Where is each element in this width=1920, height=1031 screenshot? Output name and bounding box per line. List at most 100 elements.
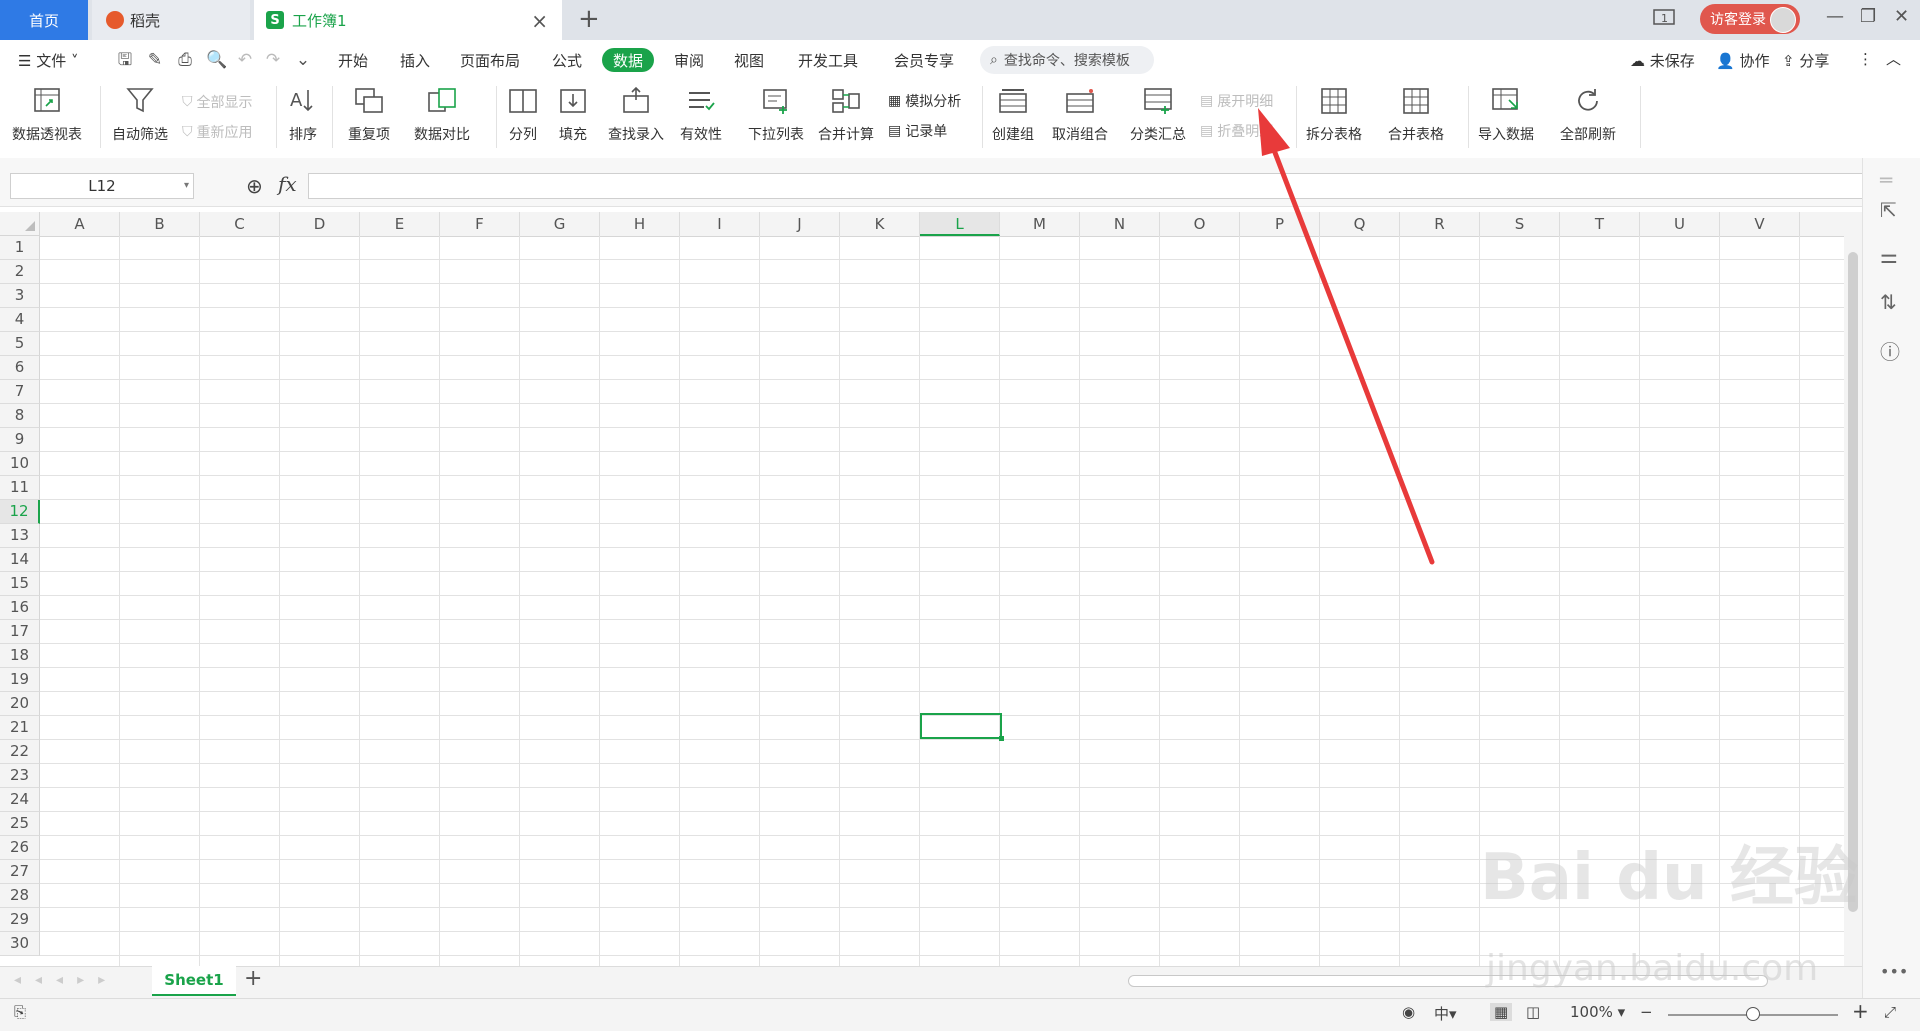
refresh-all-button[interactable]: 全部刷新 [1560, 86, 1616, 144]
command-search[interactable]: ⌕ 查找命令、搜索模板 [980, 46, 1154, 74]
expand-detail-button[interactable]: ▤ 展开明细 [1200, 91, 1273, 111]
column-header-n[interactable]: N [1080, 212, 1160, 236]
row-header-2[interactable]: 2 [0, 260, 40, 284]
split-column-button[interactable]: 分列 [506, 86, 540, 144]
row-header-29[interactable]: 29 [0, 908, 40, 932]
record-form-button[interactable]: ▤ 记录单 [888, 121, 947, 141]
select-pointer-icon[interactable]: ⇱ [1880, 198, 1897, 222]
sort-button[interactable]: A 排序 [286, 86, 320, 144]
transform-icon[interactable]: ⇅ [1880, 290, 1897, 314]
insert-function-icon[interactable]: fx [278, 172, 297, 196]
zoom-out-icon[interactable]: − [1640, 1003, 1653, 1021]
row-header-22[interactable]: 22 [0, 740, 40, 764]
column-header-r[interactable]: R [1400, 212, 1480, 236]
row-header-7[interactable]: 7 [0, 380, 40, 404]
create-group-button[interactable]: 创建组 [992, 86, 1034, 144]
more-options-icon[interactable]: ••• [1880, 962, 1908, 981]
collapse-detail-button[interactable]: ▤ 折叠明细 [1200, 121, 1273, 141]
column-header-f[interactable]: F [440, 212, 520, 236]
column-header-h[interactable]: H [600, 212, 680, 236]
menu-review[interactable]: 审阅 [674, 50, 704, 71]
column-header-t[interactable]: T [1560, 212, 1640, 236]
pivot-table-button[interactable]: 数据透视表 [12, 86, 82, 144]
customize-toolbar-icon[interactable]: ⌄ [294, 51, 312, 69]
share-button[interactable]: ⇪ 分享 [1782, 50, 1829, 71]
column-header-q[interactable]: Q [1320, 212, 1400, 236]
column-header-m[interactable]: M [1000, 212, 1080, 236]
dropdown-list-button[interactable]: 下拉列表 [748, 86, 804, 144]
menu-view[interactable]: 视图 [734, 50, 764, 71]
row-header-27[interactable]: 27 [0, 860, 40, 884]
subtotal-button[interactable]: 分类汇总 [1130, 86, 1186, 144]
row-header-26[interactable]: 26 [0, 836, 40, 860]
column-header-k[interactable]: K [840, 212, 920, 236]
row-header-24[interactable]: 24 [0, 788, 40, 812]
collaborate-button[interactable]: 👤 协作 [1716, 50, 1769, 71]
properties-sliders-icon[interactable]: ⚌ [1880, 244, 1898, 268]
print-preview-icon[interactable]: 🔍 [206, 51, 227, 69]
row-header-12[interactable]: 12 [0, 500, 40, 524]
row-header-21[interactable]: 21 [0, 716, 40, 740]
menu-data[interactable]: 数据 [602, 48, 654, 72]
zoom-in-icon[interactable]: + [1852, 999, 1869, 1023]
menu-insert[interactable]: 插入 [400, 50, 430, 71]
ungroup-button[interactable]: 取消组合 [1052, 86, 1108, 144]
row-header-30[interactable]: 30 [0, 932, 40, 956]
more-icon[interactable]: ⋮ [1858, 50, 1873, 68]
macro-record-icon[interactable]: ⎘ [14, 1003, 26, 1021]
tab-workbook[interactable]: S 工作簿1 × [254, 0, 562, 40]
active-cell[interactable] [920, 713, 1004, 741]
file-menu[interactable]: ☰ 文件 ˅ [18, 50, 79, 71]
validity-button[interactable]: 有效性 [680, 86, 722, 144]
menu-member[interactable]: 会员专享 [894, 50, 954, 71]
redo-icon[interactable]: ↷ [264, 51, 282, 69]
sheet-tab-sheet1[interactable]: Sheet1 [152, 966, 236, 996]
column-header-u[interactable]: U [1640, 212, 1720, 236]
column-header-l[interactable]: L [920, 212, 1000, 236]
column-header-v[interactable]: V [1720, 212, 1800, 236]
formula-input[interactable] [308, 173, 1864, 199]
collapse-ribbon-icon[interactable]: ︿ [1886, 48, 1901, 69]
select-all-corner[interactable] [0, 212, 40, 236]
row-header-20[interactable]: 20 [0, 692, 40, 716]
sheet-nav-arrows-icon[interactable]: ◂◂◂▸▸ [14, 972, 119, 988]
column-header-a[interactable]: A [40, 212, 120, 236]
menu-formula[interactable]: 公式 [552, 50, 582, 71]
close-tab-icon[interactable]: × [531, 9, 548, 33]
merge-table-button[interactable]: 合并表格 [1388, 86, 1444, 144]
import-data-button[interactable]: 导入数据 [1478, 86, 1534, 144]
split-table-button[interactable]: 拆分表格 [1306, 86, 1362, 144]
row-header-11[interactable]: 11 [0, 476, 40, 500]
save-icon[interactable]: 🖫 [116, 51, 134, 69]
minimize-icon[interactable]: — [1826, 6, 1844, 27]
row-header-13[interactable]: 13 [0, 524, 40, 548]
row-header-4[interactable]: 4 [0, 308, 40, 332]
column-header-j[interactable]: J [760, 212, 840, 236]
undo-icon[interactable]: ↶ [236, 51, 254, 69]
row-header-3[interactable]: 3 [0, 284, 40, 308]
column-header-e[interactable]: E [360, 212, 440, 236]
data-compare-button[interactable]: 数据对比 [414, 86, 470, 144]
add-sheet-icon[interactable]: + [244, 966, 262, 991]
tab-home[interactable]: 首页 [0, 0, 88, 40]
page-view-icon[interactable]: ◫ [1526, 1003, 1540, 1021]
restore-icon[interactable]: ❐ [1860, 6, 1876, 27]
reapply-button[interactable]: ⛉ 重新应用 [182, 122, 253, 142]
column-header-c[interactable]: C [200, 212, 280, 236]
whatif-analysis-button[interactable]: ▦ 模拟分析 [888, 91, 961, 111]
zoom-slider-knob[interactable] [1746, 1007, 1760, 1021]
zoom-formula-icon[interactable]: ⊕ [246, 174, 263, 198]
input-method-icon[interactable]: 中▾ [1434, 1003, 1457, 1024]
close-window-icon[interactable]: ✕ [1894, 6, 1909, 27]
help-icon[interactable]: ⓘ [1880, 336, 1900, 365]
row-header-19[interactable]: 19 [0, 668, 40, 692]
row-header-9[interactable]: 9 [0, 428, 40, 452]
column-header-p[interactable]: P [1240, 212, 1320, 236]
new-tab-icon[interactable]: + [578, 4, 600, 34]
row-header-10[interactable]: 10 [0, 452, 40, 476]
consolidate-button[interactable]: 合并计算 [818, 86, 874, 144]
duplicates-button[interactable]: 重复项 [348, 86, 390, 144]
column-header-d[interactable]: D [280, 212, 360, 236]
row-header-8[interactable]: 8 [0, 404, 40, 428]
fullscreen-icon[interactable]: ⤢ [1884, 1003, 1896, 1021]
